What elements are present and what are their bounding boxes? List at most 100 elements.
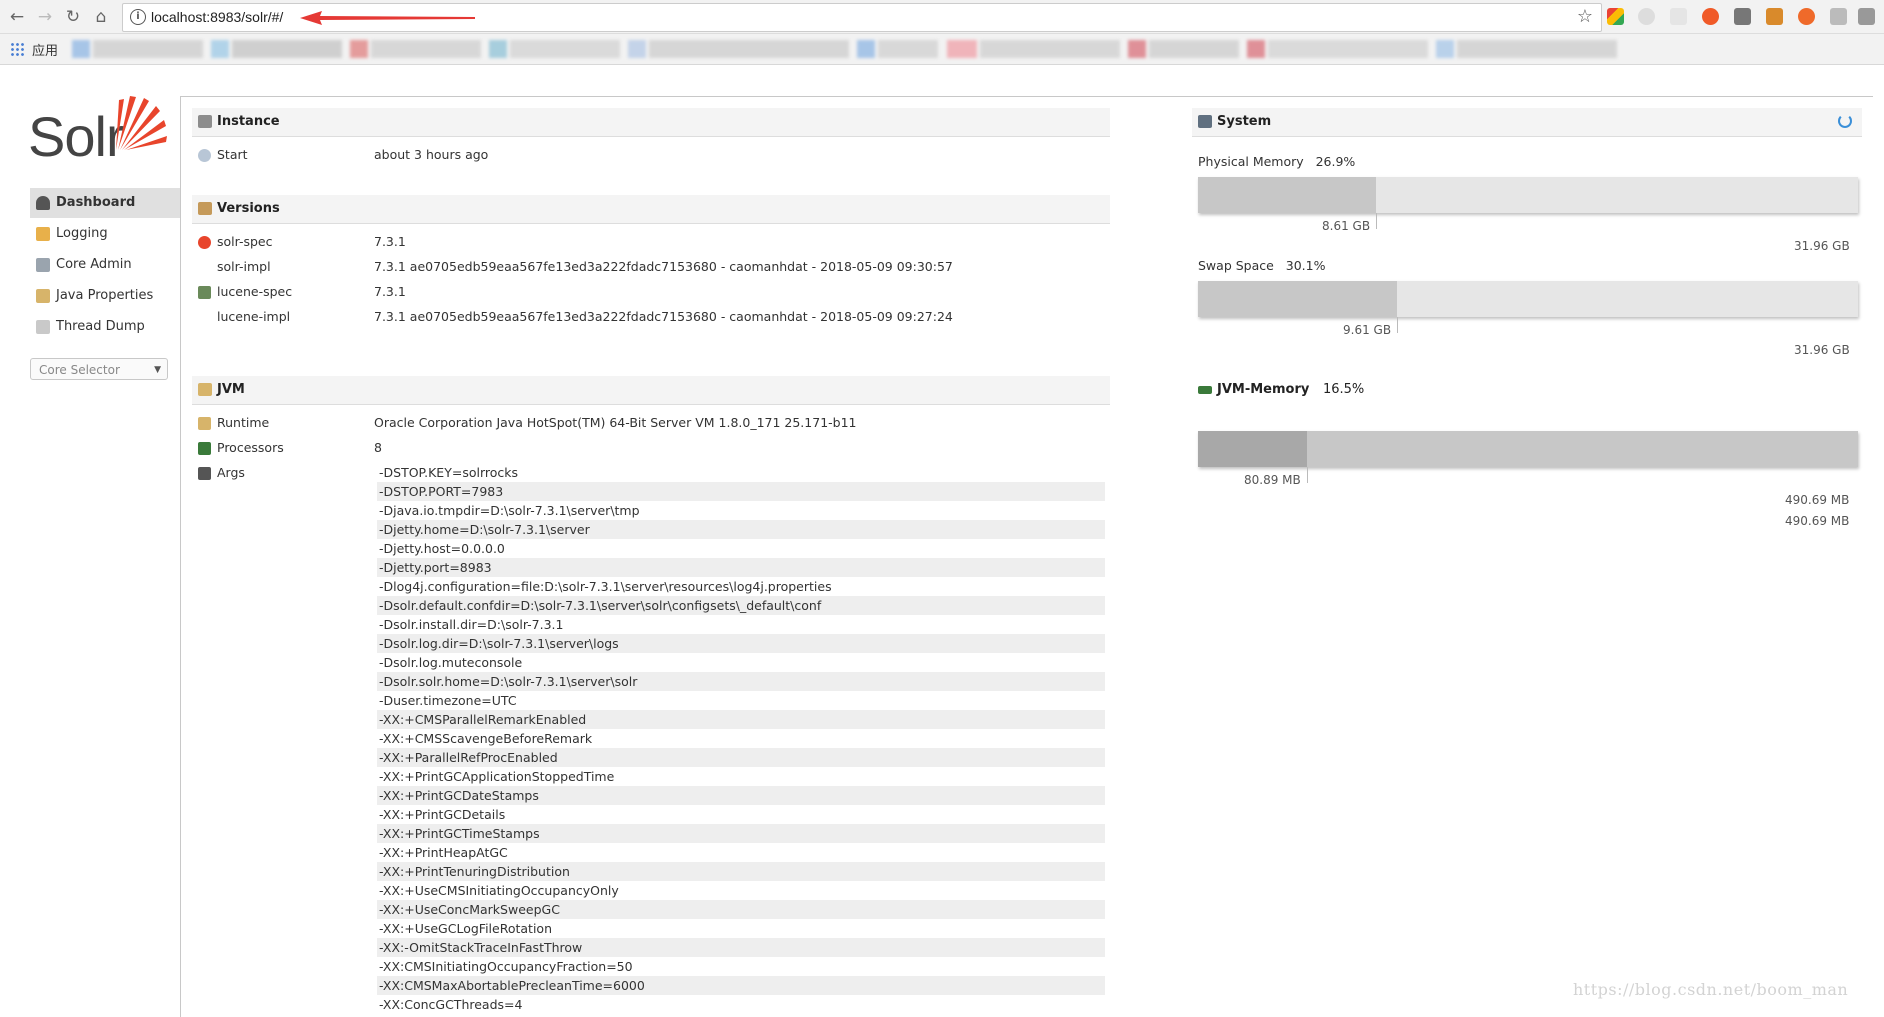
runtime-value: Oracle Corporation Java HotSpot(TM) 64-B…	[374, 415, 857, 430]
physical-percent: 26.9%	[1315, 154, 1356, 169]
nav-java-properties[interactable]: Java Properties	[30, 281, 180, 312]
jvm-arg: -Dlog4j.configuration=file:D:\solr-7.3.1…	[379, 579, 832, 594]
physical-label: Physical Memory	[1198, 154, 1304, 169]
lucene-icon	[198, 286, 211, 299]
extension-icon[interactable]	[1830, 8, 1847, 25]
processors-value: 8	[374, 440, 382, 455]
jvm-arg: -Djava.io.tmpdir=D:\solr-7.3.1\server\tm…	[379, 503, 640, 518]
version-value: 7.3.1 ae0705edb59eaa567fe13ed3a222fdadc7…	[374, 309, 953, 324]
swap-space-label: Swap Space 30.1%	[1198, 258, 1325, 273]
jvm-arg: -Dsolr.log.dir=D:\solr-7.3.1\server\logs	[377, 634, 1105, 653]
extension-icon[interactable]	[1638, 8, 1655, 25]
nav-thread-dump[interactable]: Thread Dump	[30, 312, 180, 343]
solr-sun-icon	[116, 96, 167, 150]
physical-used-value: 8.61 GB	[1322, 219, 1371, 233]
site-info-icon[interactable]: i	[130, 9, 146, 25]
jvm-arg: -Djetty.home=D:\solr-7.3.1\server	[377, 520, 1105, 539]
version-value: 7.3.1	[374, 284, 406, 299]
system-header: System	[1192, 108, 1862, 137]
extension-icon[interactable]	[1702, 8, 1719, 25]
version-row: lucene-spec 7.3.1	[192, 282, 1110, 302]
version-key: lucene-impl	[217, 309, 291, 324]
extension-icon[interactable]	[1670, 8, 1687, 25]
jvm-memory-tick	[1307, 467, 1308, 483]
jvm-runtime-row: Runtime Oracle Corporation Java HotSpot(…	[192, 413, 1110, 433]
jvm-args-row: Args	[192, 463, 372, 483]
reload-icon[interactable]: ↻	[62, 6, 84, 28]
jvm-arg: -XX:+PrintGCDateStamps	[377, 786, 1105, 805]
jvm-arg: -Djetty.host=0.0.0.0	[379, 541, 505, 556]
start-value: about 3 hours ago	[374, 147, 489, 162]
terminal-icon	[198, 467, 211, 480]
jvm-arg: -XX:+PrintGCDetails	[379, 807, 506, 822]
watermark: https://blog.csdn.net/boom_man	[1573, 980, 1849, 999]
version-value: 7.3.1	[374, 234, 406, 249]
jvm-memory-title-text: JVM-Memory	[1217, 382, 1310, 397]
jvm-arg: -XX:+CMSParallelRemarkEnabled	[377, 710, 1105, 729]
nav-label: Core Admin	[56, 257, 132, 272]
apps-grid-icon[interactable]	[10, 42, 24, 56]
swap-used-value: 9.61 GB	[1343, 323, 1392, 337]
core-selector-dropdown[interactable]: Core Selector ▼	[30, 358, 168, 380]
jvm-arg: -Duser.timezone=UTC	[379, 693, 517, 708]
jvm-header: JVM	[192, 376, 1110, 405]
nav-logging[interactable]: Logging	[30, 219, 180, 250]
system-title: System	[1217, 114, 1272, 129]
version-row: solr-impl 7.3.1 ae0705edb59eaa567fe13ed3…	[192, 257, 1110, 277]
jvm-arg: -DSTOP.PORT=7983	[377, 482, 1105, 501]
jvm-memory-percent: 16.5%	[1322, 382, 1365, 397]
versions-icon	[198, 202, 212, 215]
extension-icon[interactable]	[1798, 8, 1815, 25]
versions-header: Versions	[192, 195, 1110, 224]
physical-memory-label: Physical Memory 26.9%	[1198, 154, 1355, 169]
jvm-arg: -XX:+PrintGCTimeStamps	[377, 824, 1105, 843]
start-label: Start	[217, 147, 248, 162]
solr-logo[interactable]: Solr	[28, 94, 168, 168]
physical-memory-bar	[1198, 177, 1858, 229]
forward-icon[interactable]: →	[34, 6, 56, 28]
jvm-arg: -XX:+UseConcMarkSweepGC	[377, 900, 1105, 919]
extension-icon[interactable]	[1858, 8, 1875, 25]
instance-start-row: Start about 3 hours ago	[192, 145, 1110, 165]
java-icon	[198, 417, 211, 430]
home-icon[interactable]: ⌂	[90, 6, 112, 28]
jvm-arg: -Dsolr.solr.home=D:\solr-7.3.1\server\so…	[377, 672, 1105, 691]
jvm-max-value: 490.69 MB	[1785, 514, 1850, 528]
jvm-arg: -XX:+CMSScavengeBeforeRemark	[379, 731, 593, 746]
system-icon	[1198, 115, 1212, 128]
version-row: lucene-impl 7.3.1 ae0705edb59eaa567fe13e…	[192, 307, 1110, 327]
blurred-bookmarks	[72, 38, 1862, 60]
apps-label[interactable]: 应用	[32, 40, 58, 59]
jvm-memory-bar	[1198, 431, 1858, 483]
browser-toolbar: ← → ↻ ⌂ i localhost:8983/solr/#/ ☆	[0, 0, 1884, 34]
versions-title: Versions	[217, 201, 280, 216]
runtime-label: Runtime	[217, 415, 270, 430]
annotation-arrow	[300, 11, 475, 25]
bookmark-star-icon[interactable]: ☆	[1577, 6, 1593, 27]
extension-icon[interactable]	[1607, 8, 1624, 25]
instance-icon	[198, 115, 212, 128]
nav-core-admin[interactable]: Core Admin	[30, 250, 180, 281]
physical-memory-used	[1198, 177, 1376, 213]
version-key: lucene-spec	[217, 284, 293, 299]
refresh-icon[interactable]	[1838, 114, 1852, 128]
address-url: localhost:8983/solr/#/	[151, 9, 284, 25]
extension-icon[interactable]	[1734, 8, 1751, 25]
java-icon	[198, 383, 212, 396]
swap-label: Swap Space	[1198, 258, 1274, 273]
jvm-processors-row: Processors 8	[192, 438, 1110, 458]
version-key: solr-impl	[217, 259, 271, 274]
jvm-arg: -DSTOP.KEY=solrrocks	[379, 465, 519, 480]
back-icon[interactable]: ←	[6, 6, 28, 28]
extension-icon[interactable]	[1766, 8, 1783, 25]
swap-total-value: 31.96 GB	[1794, 343, 1850, 357]
nav-dashboard[interactable]: Dashboard	[30, 188, 180, 219]
main-navigation: Dashboard Logging Core Admin Java Proper…	[30, 188, 180, 343]
jvm-memory-header: JVM-Memory 16.5%	[1192, 376, 1862, 404]
nav-label: Dashboard	[56, 195, 136, 210]
jvm-args-list: -DSTOP.KEY=solrrocks -DSTOP.PORT=7983 -Dja…	[377, 463, 1105, 1014]
instance-header: Instance	[192, 108, 1110, 137]
logging-icon	[36, 227, 50, 241]
core-selector-label: Core Selector	[39, 363, 120, 377]
dashboard-icon	[36, 196, 50, 210]
